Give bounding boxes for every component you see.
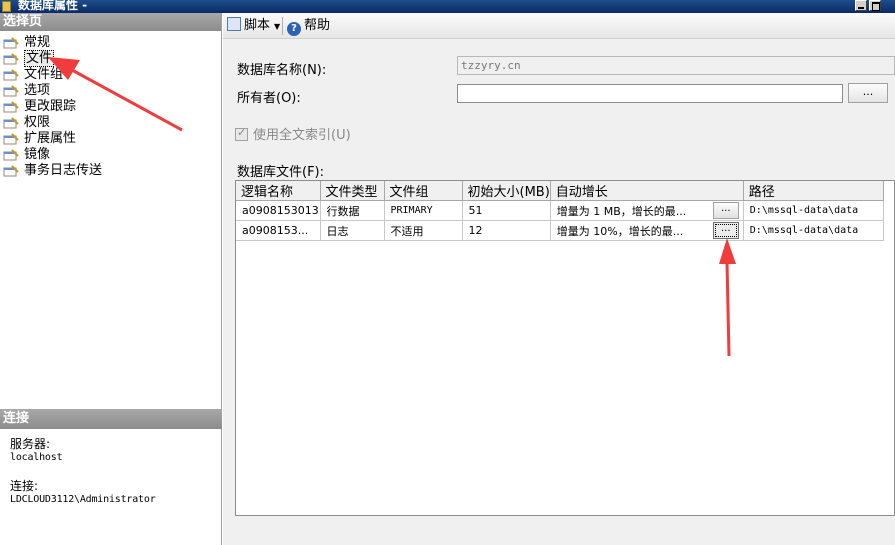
property-page-icon xyxy=(3,117,19,129)
database-name-field: tzzyry.cn xyxy=(457,56,895,75)
connection-label: 连接: xyxy=(10,479,39,493)
cell-autogrowth[interactable]: 增量为 1 MB，增长的最... ... xyxy=(550,200,744,221)
server-value: localhost xyxy=(10,452,63,463)
col-header-logical-name[interactable]: 逻辑名称 xyxy=(236,181,321,201)
connection-header: 连接 xyxy=(0,409,222,429)
script-button[interactable]: 脚本 ▼ xyxy=(227,17,280,35)
cell-file-type[interactable]: 行数据 xyxy=(320,200,385,221)
cell-path[interactable]: D:\mssql-data\data xyxy=(743,220,884,241)
col-header-filegroup[interactable]: 文件组 xyxy=(384,181,463,201)
minimize-button[interactable] xyxy=(855,0,867,11)
property-page-icon xyxy=(3,69,19,81)
autogrowth-edit-button[interactable]: ... xyxy=(712,222,739,239)
nav-item-label: 文件组 xyxy=(24,67,64,82)
nav-item-change-tracking[interactable]: 更改跟踪 xyxy=(0,99,221,115)
nav-item-filegroups[interactable]: 文件组 xyxy=(0,67,221,83)
title-bar: 数据库属性 - xyxy=(0,0,895,13)
nav-item-label: 权限 xyxy=(24,115,51,130)
property-page-icon xyxy=(3,85,19,97)
cell-file-type[interactable]: 日志 xyxy=(320,220,385,241)
col-header-autogrowth[interactable]: 自动增长 xyxy=(550,181,744,201)
autogrowth-edit-button[interactable]: ... xyxy=(712,202,739,219)
nav-item-general[interactable]: 常规 xyxy=(0,35,221,51)
cell-filegroup[interactable]: PRIMARY xyxy=(384,200,463,221)
fulltext-label: 使用全文索引(U) xyxy=(253,128,351,143)
toolbar: 脚本 ▼ ? 帮助 xyxy=(223,13,895,39)
table-row[interactable]: a0908153013 行数据 PRIMARY 51 增量为 1 MB，增长的最… xyxy=(236,200,884,221)
property-page-icon xyxy=(3,53,19,65)
nav-item-log-shipping[interactable]: 事务日志传送 xyxy=(0,163,221,179)
page-list: 常规 文件 文件组 选项 更改跟踪 权限 扩展属性 镜像 事务日志传送 xyxy=(0,31,221,179)
property-page-icon xyxy=(3,133,19,145)
database-icon xyxy=(2,1,11,12)
nav-item-files[interactable]: 文件 xyxy=(0,50,221,67)
server-info: 服务器: localhost xyxy=(10,437,63,464)
window-title: 数据库属性 - xyxy=(18,0,88,12)
database-name-label: 数据库名称(N): xyxy=(237,63,327,78)
cell-path[interactable]: D:\mssql-data\data xyxy=(743,200,884,221)
server-label: 服务器: xyxy=(10,437,51,451)
nav-item-label: 更改跟踪 xyxy=(24,99,77,114)
left-pane: 选择页 常规 文件 文件组 选项 更改跟踪 权限 扩展属性 镜像 事务日志传送 … xyxy=(0,13,222,545)
cell-initial-size[interactable]: 12 xyxy=(462,220,551,241)
fulltext-checkbox xyxy=(235,126,248,141)
help-button[interactable]: ? 帮助 xyxy=(287,17,331,36)
window-controls xyxy=(853,0,881,11)
toolbar-separator xyxy=(282,17,283,35)
cell-filegroup[interactable]: 不适用 xyxy=(384,220,463,241)
property-page-icon xyxy=(3,37,19,49)
database-properties-window: 数据库属性 - 选择页 常规 文件 文件组 选项 更改跟踪 权限 扩展属性 镜像… xyxy=(0,0,895,545)
nav-item-label: 选项 xyxy=(24,83,51,98)
cell-autogrowth[interactable]: 增量为 10%，增长的最... ... xyxy=(550,220,744,241)
col-header-path[interactable]: 路径 xyxy=(743,181,884,201)
col-header-file-type[interactable]: 文件类型 xyxy=(320,181,385,201)
help-label: 帮助 xyxy=(304,18,331,33)
nav-item-permissions[interactable]: 权限 xyxy=(0,115,221,131)
connection-info: 连接: LDCLOUD3112\Administrator xyxy=(10,480,156,506)
nav-item-extended-properties[interactable]: 扩展属性 xyxy=(0,131,221,147)
nav-item-label: 扩展属性 xyxy=(24,131,77,146)
select-page-header: 选择页 xyxy=(0,13,221,31)
owner-label: 所有者(O): xyxy=(237,91,301,106)
autogrowth-text: 增量为 1 MB，增长的最... xyxy=(556,204,687,218)
owner-field[interactable] xyxy=(457,84,843,103)
connection-value: LDCLOUD3112\Administrator xyxy=(10,494,156,505)
cell-initial-size[interactable]: 51 xyxy=(462,200,551,221)
maximize-button[interactable] xyxy=(869,0,881,11)
database-files-grid: 逻辑名称 文件类型 文件组 初始大小(MB) 自动增长 路径 a09081530… xyxy=(235,180,895,516)
files-table: 逻辑名称 文件类型 文件组 初始大小(MB) 自动增长 路径 a09081530… xyxy=(236,181,884,241)
property-page-icon xyxy=(3,101,19,113)
nav-item-label: 常规 xyxy=(24,35,51,50)
property-page-icon xyxy=(3,165,19,177)
header-row: 逻辑名称 文件类型 文件组 初始大小(MB) 自动增长 路径 xyxy=(236,181,884,201)
chevron-down-icon: ▼ xyxy=(274,22,281,31)
help-icon: ? xyxy=(287,22,301,36)
script-icon xyxy=(227,17,241,31)
nav-item-label: 事务日志传送 xyxy=(24,163,103,178)
col-header-initial-size[interactable]: 初始大小(MB) xyxy=(462,181,551,201)
database-files-label: 数据库文件(F): xyxy=(237,165,325,180)
cell-logical-name[interactable]: a0908153... xyxy=(236,220,321,241)
property-page-icon xyxy=(3,149,19,161)
cell-logical-name[interactable]: a0908153013 xyxy=(236,200,321,221)
table-row[interactable]: a0908153... 日志 不适用 12 增量为 10%，增长的最... ..… xyxy=(236,220,884,241)
nav-item-label: 文件 xyxy=(24,50,55,67)
fulltext-checkbox-row: 使用全文索引(U) xyxy=(235,124,351,143)
nav-item-mirroring[interactable]: 镜像 xyxy=(0,147,221,163)
autogrowth-text: 增量为 10%，增长的最... xyxy=(556,224,684,238)
nav-item-label: 镜像 xyxy=(24,147,51,162)
owner-browse-button[interactable]: ... xyxy=(848,83,888,103)
right-pane: 脚本 ▼ ? 帮助 数据库名称(N): tzzyry.cn 所有者(O): ... … xyxy=(223,13,895,545)
nav-item-options[interactable]: 选项 xyxy=(0,83,221,99)
script-label: 脚本 xyxy=(244,18,271,33)
